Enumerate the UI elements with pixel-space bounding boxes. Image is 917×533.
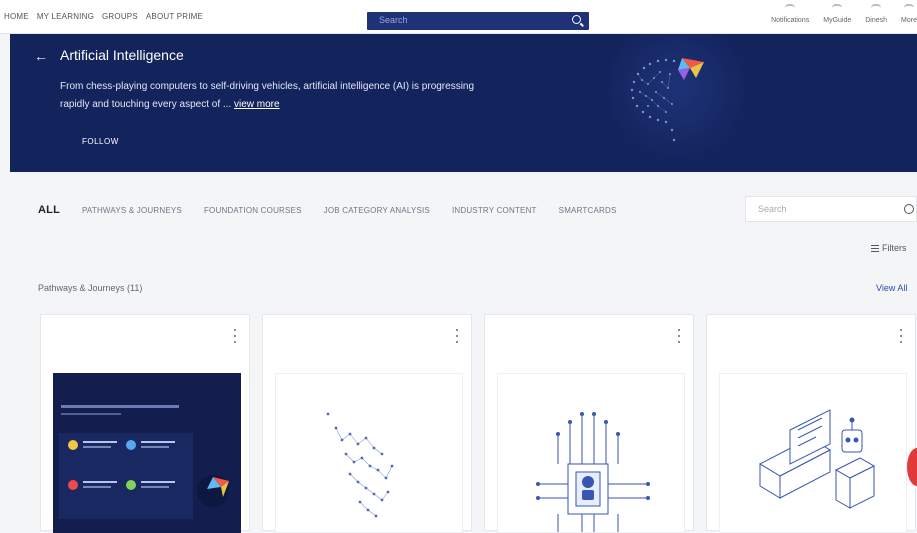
tab-industry-content[interactable]: INDUSTRY CONTENT <box>452 206 537 215</box>
card-thumbnail <box>719 373 907 533</box>
filters-button[interactable]: Filters <box>871 243 907 253</box>
search-icon[interactable] <box>904 204 914 214</box>
content-type-tabs: ALL PATHWAYS & JOURNEYS FOUNDATION COURS… <box>38 204 617 216</box>
filter-icon <box>871 245 879 253</box>
pathway-card[interactable] <box>262 314 472 533</box>
global-search-placeholder: Search <box>379 15 408 25</box>
header-right-menu: Notifications MyGuide Dinesh More <box>771 4 917 24</box>
myguide-label: MyGuide <box>823 17 852 24</box>
card-thumbnail <box>497 373 685 533</box>
more-icon <box>904 4 915 12</box>
course-slide-thumbnail-icon <box>53 373 241 533</box>
nav-link-about-prime[interactable]: ABOUT PRIME <box>146 12 203 21</box>
nav-link-home[interactable]: HOME <box>4 12 29 21</box>
myguide-button[interactable]: MyGuide <box>823 4 851 24</box>
top-nav: HOME MY LEARNING GROUPS ABOUT PRIME Sear… <box>0 0 917 34</box>
section-title: Pathways & Journeys (11) <box>38 283 143 293</box>
card-thumbnail <box>53 373 241 533</box>
page-title: Artificial Intelligence <box>60 47 184 63</box>
card-more-options-icon[interactable] <box>456 329 459 343</box>
tab-smartcards[interactable]: SMARTCARDS <box>559 206 617 215</box>
pathway-card[interactable] <box>706 314 916 533</box>
view-all-link[interactable]: View All <box>876 283 907 293</box>
back-arrow-icon[interactable]: ← <box>34 48 48 64</box>
tab-job-category-analysis[interactable]: JOB CATEGORY ANALYSIS <box>324 206 430 215</box>
fingerprint-network-icon <box>326 412 394 518</box>
notifications-label: Notifications <box>771 17 810 24</box>
tab-pathways-journeys[interactable]: PATHWAYS & JOURNEYS <box>82 206 182 215</box>
guide-icon <box>832 4 843 12</box>
nav-link-groups[interactable]: GROUPS <box>102 12 138 21</box>
user-menu-button[interactable]: Dinesh <box>865 4 887 24</box>
ai-brain-illustration <box>608 34 746 172</box>
topic-search-placeholder: Search <box>758 204 787 214</box>
nav-links: HOME MY LEARNING GROUPS ABOUT PRIME <box>4 12 203 21</box>
view-more-link[interactable]: view more <box>234 99 280 110</box>
topic-search-input[interactable]: Search <box>745 196 917 222</box>
card-more-options-icon[interactable] <box>900 329 903 343</box>
global-search-input[interactable]: Search <box>367 12 589 30</box>
notifications-button[interactable]: Notifications <box>771 4 809 24</box>
follow-button[interactable]: FOLLOW <box>82 137 119 146</box>
filters-label: Filters <box>882 243 907 253</box>
nav-link-my-learning[interactable]: MY LEARNING <box>37 12 94 21</box>
brain-art-icon <box>630 58 704 142</box>
avatar <box>871 4 882 12</box>
tab-foundation-courses[interactable]: FOUNDATION COURSES <box>204 206 302 215</box>
card-more-options-icon[interactable] <box>234 329 237 343</box>
more-label: More <box>901 17 917 24</box>
more-button[interactable]: More <box>901 4 917 24</box>
isometric-dashboard-robot-icon <box>758 409 876 509</box>
card-thumbnail <box>275 373 463 533</box>
card-more-options-icon[interactable] <box>678 329 681 343</box>
tab-all[interactable]: ALL <box>38 204 60 216</box>
pathway-card[interactable] <box>484 314 694 533</box>
user-name-label: Dinesh <box>865 17 888 24</box>
pathway-card[interactable] <box>40 314 250 533</box>
search-icon[interactable] <box>572 15 581 24</box>
ai-chip-circuit-icon <box>536 412 650 532</box>
topic-description: From chess-playing computers to self-dri… <box>60 78 490 114</box>
bell-icon <box>785 4 796 12</box>
topic-hero-banner: ← Artificial Intelligence From chess-pla… <box>10 34 917 172</box>
